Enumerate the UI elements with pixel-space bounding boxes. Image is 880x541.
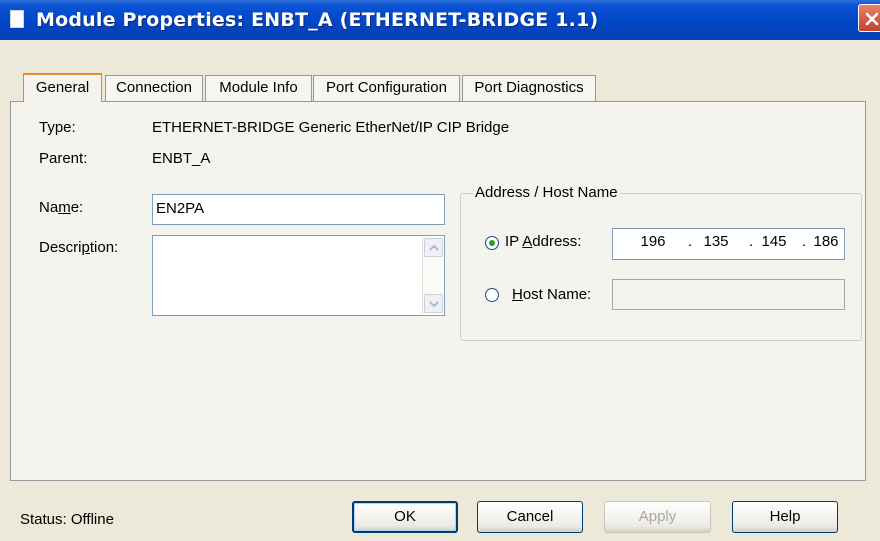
description-label: Description: <box>39 239 119 256</box>
tab-port-configuration[interactable]: Port Configuration <box>313 75 460 101</box>
radio-selected-dot <box>489 240 495 246</box>
ip-address-field[interactable]: 196 . 135 . 145 . 186 <box>612 228 845 260</box>
host-name-label[interactable]: Host Name: <box>512 286 591 303</box>
description-scrollbar[interactable] <box>422 237 443 314</box>
parent-value: ENBT_A <box>152 150 211 167</box>
address-group-title: Address / Host Name <box>473 184 620 201</box>
ip-octet-3[interactable]: 145 <box>756 233 792 250</box>
status-text: Status: Offline <box>20 511 114 528</box>
chevron-up-icon <box>429 244 439 251</box>
scroll-up-button[interactable] <box>424 238 443 257</box>
close-button[interactable] <box>858 4 880 32</box>
ip-address-label[interactable]: IP Address: <box>505 233 581 250</box>
ip-address-radio[interactable] <box>485 236 499 250</box>
ip-separator: . <box>802 233 807 250</box>
apply-button[interactable]: Apply <box>604 501 711 533</box>
ip-octet-2[interactable]: 135 <box>698 233 734 250</box>
help-button[interactable]: Help <box>732 501 838 533</box>
type-label: Type: <box>39 119 76 136</box>
chevron-down-icon <box>429 301 439 308</box>
scroll-down-button[interactable] <box>424 294 443 313</box>
parent-label: Parent: <box>39 150 88 167</box>
window-title: Module Properties: ENBT_A (ETHERNET-BRID… <box>36 9 599 31</box>
host-name-input[interactable] <box>612 279 845 310</box>
window-icon <box>10 10 24 28</box>
ok-button[interactable]: OK <box>352 501 458 533</box>
cancel-button[interactable]: Cancel <box>477 501 583 533</box>
name-input[interactable]: EN2PA <box>152 194 445 225</box>
description-textarea[interactable] <box>152 235 445 316</box>
address-groupbox <box>460 193 862 341</box>
tab-general[interactable]: General <box>23 73 102 102</box>
type-value: ETHERNET-BRIDGE Generic EtherNet/IP CIP … <box>152 119 510 136</box>
host-name-radio[interactable] <box>485 288 499 302</box>
close-icon <box>865 12 879 26</box>
tab-module-info[interactable]: Module Info <box>205 75 312 101</box>
ip-octet-1[interactable]: 196 <box>635 233 671 250</box>
ip-octet-4[interactable]: 186 <box>808 233 844 250</box>
title-bar[interactable]: Module Properties: ENBT_A (ETHERNET-BRID… <box>0 0 880 40</box>
tab-port-diagnostics[interactable]: Port Diagnostics <box>462 75 596 101</box>
ip-separator: . <box>688 233 693 250</box>
tab-connection[interactable]: Connection <box>105 75 203 101</box>
ip-separator: . <box>749 233 754 250</box>
name-label: Name: <box>39 199 84 216</box>
